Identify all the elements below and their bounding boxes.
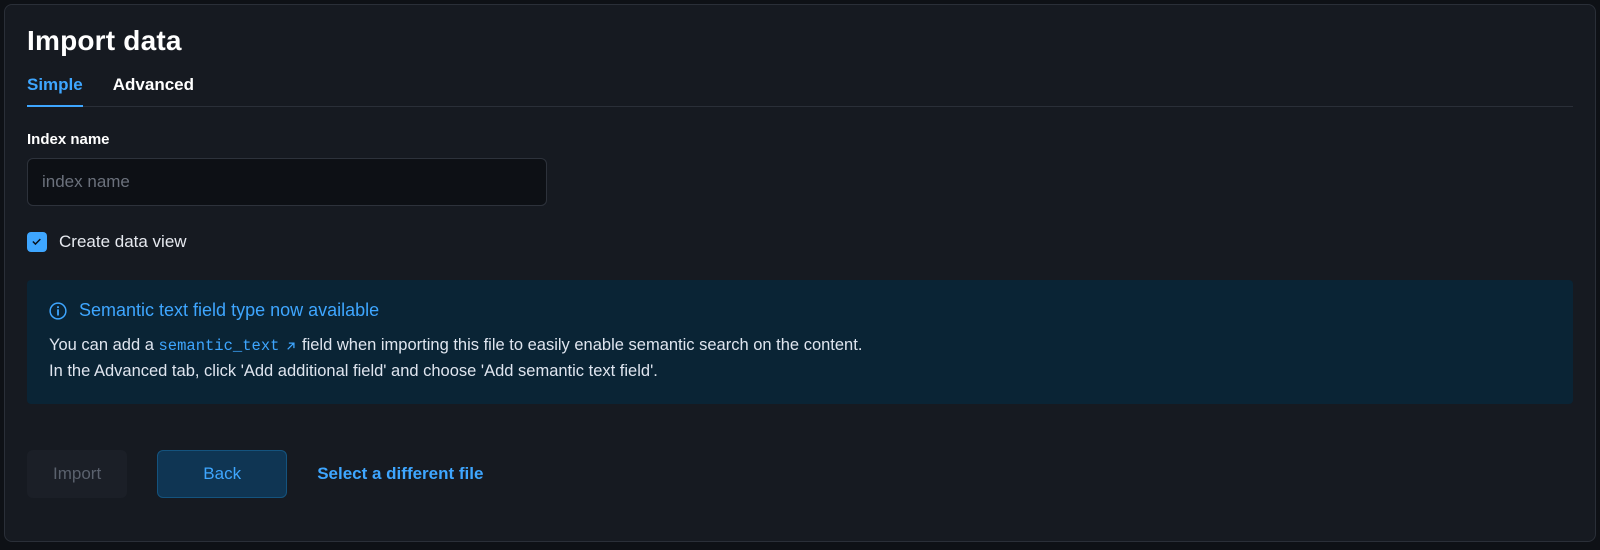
semantic-text-callout: Semantic text field type now available Y… [27,280,1573,404]
callout-text-1b: field when importing this file to easily… [297,336,862,354]
index-name-input[interactable] [27,158,547,206]
create-data-view-checkbox[interactable] [27,232,47,252]
page-title: Import data [27,25,1573,57]
info-icon [49,302,67,320]
semantic-text-link[interactable]: semantic_text [159,334,298,358]
tabs: Simple Advanced [27,69,1573,107]
back-button[interactable]: Back [157,450,287,498]
semantic-text-code: semantic_text [159,334,280,358]
callout-text-2: In the Advanced tab, click 'Add addition… [49,362,658,380]
create-data-view-label[interactable]: Create data view [59,232,187,252]
select-different-file-link[interactable]: Select a different file [317,450,483,498]
callout-body: You can add a semantic_text field when i… [49,333,1551,384]
callout-text-1a: You can add a [49,336,159,354]
external-link-icon [284,340,297,353]
import-data-panel: Import data Simple Advanced Index name C… [4,4,1596,542]
create-data-view-row: Create data view [27,232,1573,252]
import-button[interactable]: Import [27,450,127,498]
index-name-label: Index name [27,131,1573,148]
form-section: Index name Create data view [27,107,1573,252]
tab-simple[interactable]: Simple [27,69,83,107]
callout-header: Semantic text field type now available [49,300,1551,321]
tab-advanced[interactable]: Advanced [113,69,194,107]
callout-title: Semantic text field type now available [79,300,379,321]
check-icon [30,235,44,249]
footer-buttons: Import Back Select a different file [27,450,1573,498]
